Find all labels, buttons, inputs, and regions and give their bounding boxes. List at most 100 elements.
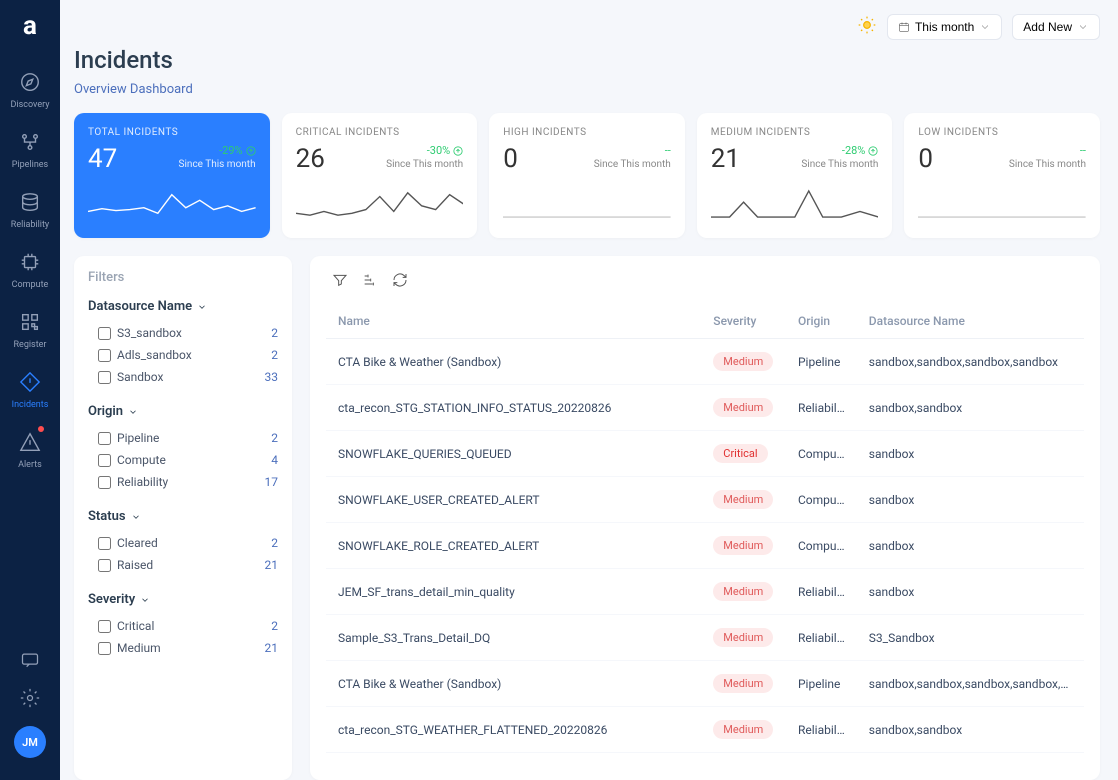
filter-checkbox-label[interactable]: Cleared (98, 536, 158, 550)
kpi-change: -30% (427, 144, 463, 157)
filter-count: 33 (265, 370, 279, 384)
column-header[interactable]: Severity (701, 304, 786, 339)
filter-group-header[interactable]: Status (88, 509, 278, 524)
filter-checkbox-label[interactable]: S3_sandbox (98, 326, 182, 340)
arrow-up-icon (868, 146, 878, 156)
theme-toggle-icon[interactable] (857, 15, 877, 39)
filter-item: Raised21 (88, 554, 278, 576)
breadcrumb[interactable]: Overview Dashboard (74, 82, 1100, 97)
filter-checkbox[interactable] (98, 559, 111, 572)
add-new-button[interactable]: Add New (1012, 14, 1100, 40)
kpi-card[interactable]: MEDIUM INCIDENTS21-28% Since This month (697, 113, 893, 238)
kpi-since: Since This month (1009, 159, 1086, 170)
table-row[interactable]: CTA Bike & Weather (Sandbox)MediumPipeli… (326, 661, 1084, 707)
sidebar-item-label: Alerts (18, 460, 42, 470)
filter-checkbox[interactable] (98, 620, 111, 633)
sidebar-item-register[interactable]: Register (14, 308, 47, 350)
filter-label: Critical (117, 619, 154, 633)
kpi-card[interactable]: HIGH INCIDENTS0--Since This month (489, 113, 685, 238)
severity-badge: Medium (713, 720, 773, 739)
avatar[interactable]: JM (14, 726, 46, 758)
cell-name: JEM_SF_trans_detail_min_quality (326, 569, 701, 615)
filter-checkbox-label[interactable]: Pipeline (98, 431, 159, 445)
sidebar: a DiscoveryPipelinesReliabilityComputeRe… (0, 0, 60, 780)
sidebar-item-compute[interactable]: Compute (12, 248, 49, 290)
filter-group-header[interactable]: Severity (88, 592, 278, 607)
column-header[interactable]: Datasource Name (857, 304, 1084, 339)
cell-datasource: sandbox (857, 431, 1084, 477)
table-row[interactable]: cta_recon_STG_WEATHER_FLATTENED_20220826… (326, 707, 1084, 753)
filter-checkbox-label[interactable]: Medium (98, 641, 161, 655)
severity-badge: Critical (713, 444, 767, 463)
kpi-card[interactable]: CRITICAL INCIDENTS26-30% Since This mont… (282, 113, 478, 238)
filter-group-header[interactable]: Datasource Name (88, 299, 278, 314)
sidebar-item-alerts[interactable]: Alerts (16, 428, 44, 470)
table-row[interactable]: SNOWFLAKE_ROLE_CREATED_ALERTMediumComput… (326, 523, 1084, 569)
column-header[interactable]: Origin (786, 304, 857, 339)
cell-severity: Medium (701, 477, 786, 523)
kpi-card[interactable]: LOW INCIDENTS0--Since This month (904, 113, 1100, 238)
filter-group-title: Datasource Name (88, 299, 192, 314)
settings-icon[interactable] (20, 688, 40, 712)
sidebar-item-discovery[interactable]: Discovery (11, 68, 50, 110)
add-new-label: Add New (1023, 20, 1072, 34)
cell-severity: Medium (701, 339, 786, 385)
filter-icon[interactable] (332, 272, 348, 292)
table-row[interactable]: JEM_SF_trans_detail_min_qualityMediumRel… (326, 569, 1084, 615)
table-row[interactable]: cta_recon_STG_STATION_INFO_STATUS_202208… (326, 385, 1084, 431)
filter-count: 21 (265, 641, 279, 655)
filter-checkbox-label[interactable]: Critical (98, 619, 154, 633)
filter-checkbox[interactable] (98, 537, 111, 550)
cell-severity: Medium (701, 569, 786, 615)
severity-badge: Medium (713, 536, 773, 555)
filter-count: 2 (271, 431, 278, 445)
filter-group-title: Severity (88, 592, 135, 607)
filter-checkbox[interactable] (98, 476, 111, 489)
filter-checkbox-label[interactable]: Sandbox (98, 370, 163, 384)
filter-item: Sandbox 33 (88, 366, 278, 388)
sidebar-item-label: Register (14, 340, 47, 350)
sidebar-item-incidents[interactable]: Incidents (12, 368, 49, 410)
incidents-table-panel: NameSeverityOriginDatasource Name CTA Bi… (310, 256, 1100, 780)
filter-checkbox[interactable] (98, 371, 111, 384)
sidebar-item-pipelines[interactable]: Pipelines (12, 128, 48, 170)
chat-icon[interactable] (20, 650, 40, 674)
kpi-label: HIGH INCIDENTS (503, 127, 671, 138)
table-row[interactable]: CTA Bike & Weather (Sandbox)MediumPipeli… (326, 339, 1084, 385)
filter-checkbox[interactable] (98, 642, 111, 655)
kpi-card[interactable]: TOTAL INCIDENTS47-29% Since This month (74, 113, 270, 238)
kpi-value: 0 (503, 144, 518, 174)
filter-checkbox-label[interactable]: Compute (98, 453, 166, 467)
kpi-value: 47 (88, 144, 117, 174)
severity-badge: Medium (713, 674, 773, 693)
filter-count: 2 (271, 326, 278, 340)
kpi-change: -29% (219, 144, 255, 157)
chevron-down-icon (128, 407, 138, 417)
period-select-button[interactable]: This month (887, 14, 1002, 40)
filter-count: 17 (265, 475, 279, 489)
table-row[interactable]: SNOWFLAKE_USER_CREATED_ALERTMediumComput… (326, 477, 1084, 523)
table-row[interactable]: Sample_S3_Trans_Detail_DQMediumReliabili… (326, 615, 1084, 661)
filter-checkbox-label[interactable]: Reliability (98, 475, 168, 489)
sidebar-item-reliability[interactable]: Reliability (11, 188, 49, 230)
columns-icon[interactable] (362, 272, 378, 292)
filter-item: Cleared2 (88, 532, 278, 554)
filter-checkbox-label[interactable]: Raised (98, 558, 153, 572)
cell-name: CTA Bike & Weather (Sandbox) (326, 661, 701, 707)
filter-item: Medium 21 (88, 637, 278, 659)
kpi-label: TOTAL INCIDENTS (88, 127, 256, 138)
qr-icon (16, 308, 44, 336)
sparkline (711, 184, 879, 224)
sidebar-item-label: Discovery (11, 100, 50, 110)
cell-severity: Medium (701, 615, 786, 661)
filter-checkbox[interactable] (98, 432, 111, 445)
column-header[interactable]: Name (326, 304, 701, 339)
cell-datasource: sandbox,sandbox,sandbox,sandbox (857, 339, 1084, 385)
filter-checkbox[interactable] (98, 349, 111, 362)
filter-checkbox[interactable] (98, 454, 111, 467)
table-row[interactable]: SNOWFLAKE_QUERIES_QUEUEDCriticalComputes… (326, 431, 1084, 477)
filter-checkbox[interactable] (98, 327, 111, 340)
filter-checkbox-label[interactable]: Adls_sandbox (98, 348, 192, 362)
refresh-icon[interactable] (392, 272, 408, 292)
filter-group-header[interactable]: Origin (88, 404, 278, 419)
